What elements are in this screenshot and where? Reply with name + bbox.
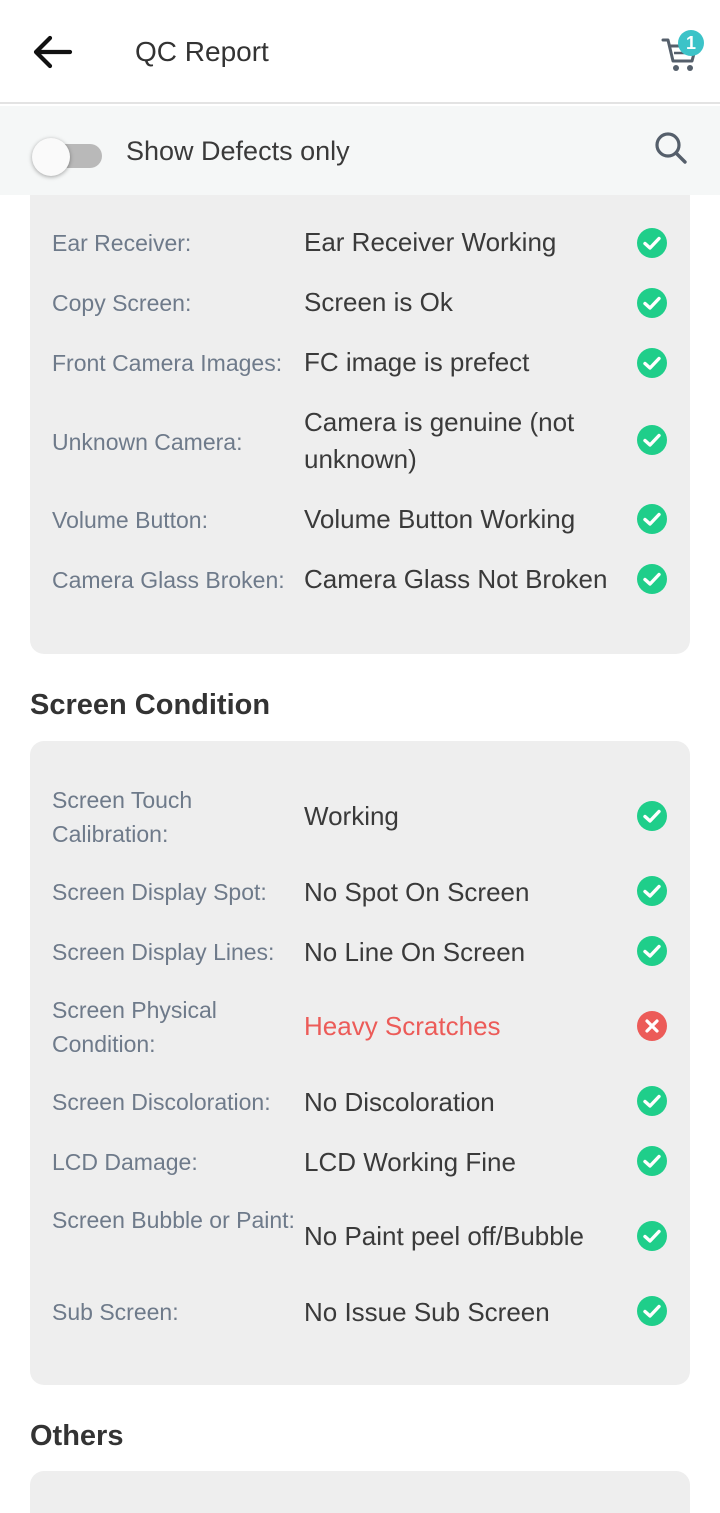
row-value: Volume Button Working (304, 504, 576, 534)
list-item: Screen Discoloration: No Discoloration (30, 1085, 690, 1119)
checks-card-screen: Screen Touch Calibration: Working Screen… (30, 741, 690, 1385)
cart-count-badge: 1 (678, 30, 704, 56)
check-icon (637, 564, 667, 594)
check-icon (637, 1296, 667, 1326)
row-label: Volume Button: (52, 507, 208, 533)
row-label: Screen Discoloration: (52, 1089, 271, 1115)
check-icon (637, 1221, 667, 1251)
list-item: Screen Touch Calibration: Working (30, 783, 690, 853)
checks-card-top: Ear Receiver: Ear Receiver Working Copy … (30, 150, 690, 654)
row-value: Camera Glass Not Broken (304, 564, 608, 594)
row-label: Unknown Camera: (52, 429, 243, 455)
check-icon (637, 504, 667, 534)
app-bar: QC Report 1 (0, 0, 720, 104)
check-icon (637, 801, 667, 831)
row-label: LCD Damage: (52, 1149, 198, 1175)
check-icon (637, 348, 667, 378)
check-icon (637, 288, 667, 318)
check-icon (637, 936, 667, 966)
list-item: Copy Screen: Screen is Ok (30, 286, 690, 320)
row-value: No Line On Screen (304, 937, 526, 967)
list-item: LCD Damage: LCD Working Fine (30, 1145, 690, 1179)
list-item: Screen Display Spot: No Spot On Screen (30, 875, 690, 909)
row-label: Screen Display Spot: (52, 879, 267, 905)
row-value: Screen is Ok (304, 287, 453, 317)
list-item: Ear Receiver: Ear Receiver Working (30, 226, 690, 260)
check-icon (637, 425, 667, 455)
list-item: Screen Bubble or Paint: No Paint peel of… (30, 1203, 690, 1273)
row-label: Camera Glass Broken: (52, 567, 285, 593)
checks-card-others (30, 1471, 690, 1513)
show-defects-toggle[interactable] (32, 138, 102, 176)
row-label: Screen Bubble or Paint: (52, 1207, 295, 1233)
filter-bar (0, 106, 720, 195)
section-title-others: Others (30, 1420, 124, 1452)
show-defects-label: Show Defects only (126, 136, 350, 166)
row-value-defect: Heavy Scratches (304, 1011, 501, 1041)
list-item: Sub Screen: No Issue Sub Screen (30, 1295, 690, 1329)
row-label: Copy Screen: (52, 290, 192, 316)
row-value: LCD Working Fine (304, 1147, 516, 1177)
list-item: Volume Button: Volume Button Working (30, 503, 690, 537)
row-value: No Discoloration (304, 1087, 495, 1117)
check-icon (637, 1086, 667, 1116)
row-label: Screen Physical Condition: (52, 997, 217, 1057)
row-label: Sub Screen: (52, 1299, 179, 1325)
list-item: Front Camera Images: FC image is prefect (30, 346, 690, 380)
search-icon[interactable] (652, 128, 690, 168)
row-label: Ear Receiver: (52, 230, 192, 256)
row-label: Screen Display Lines: (52, 939, 275, 965)
toggle-knob (32, 138, 70, 176)
list-item: Unknown Camera: Camera is genuine (not u… (30, 406, 690, 480)
row-label: Screen Touch Calibration: (52, 787, 193, 847)
list-item: Camera Glass Broken: Camera Glass Not Br… (30, 563, 690, 597)
cross-icon (637, 1011, 667, 1041)
check-icon (637, 228, 667, 258)
row-value: No Spot On Screen (304, 877, 530, 907)
back-arrow-icon[interactable] (28, 30, 76, 74)
row-value: No Issue Sub Screen (304, 1297, 550, 1327)
row-label: Front Camera Images: (52, 350, 283, 376)
list-item: Screen Physical Condition: Heavy Scratch… (30, 993, 690, 1063)
row-value: No Paint peel off/Bubble (304, 1221, 584, 1251)
row-value: FC image is prefect (304, 347, 530, 377)
check-icon (637, 1146, 667, 1176)
row-value: Ear Receiver Working (304, 227, 557, 257)
section-title-screen-condition: Screen Condition (30, 689, 271, 721)
row-value: Working (304, 801, 399, 831)
list-item: Screen Display Lines: No Line On Screen (30, 935, 690, 969)
page-title: QC Report (135, 36, 269, 67)
check-icon (637, 876, 667, 906)
report-scroll-area[interactable]: Ear Receiver: Ear Receiver Working Copy … (0, 0, 720, 1513)
row-value: Camera is genuine (not unknown) (304, 407, 575, 474)
